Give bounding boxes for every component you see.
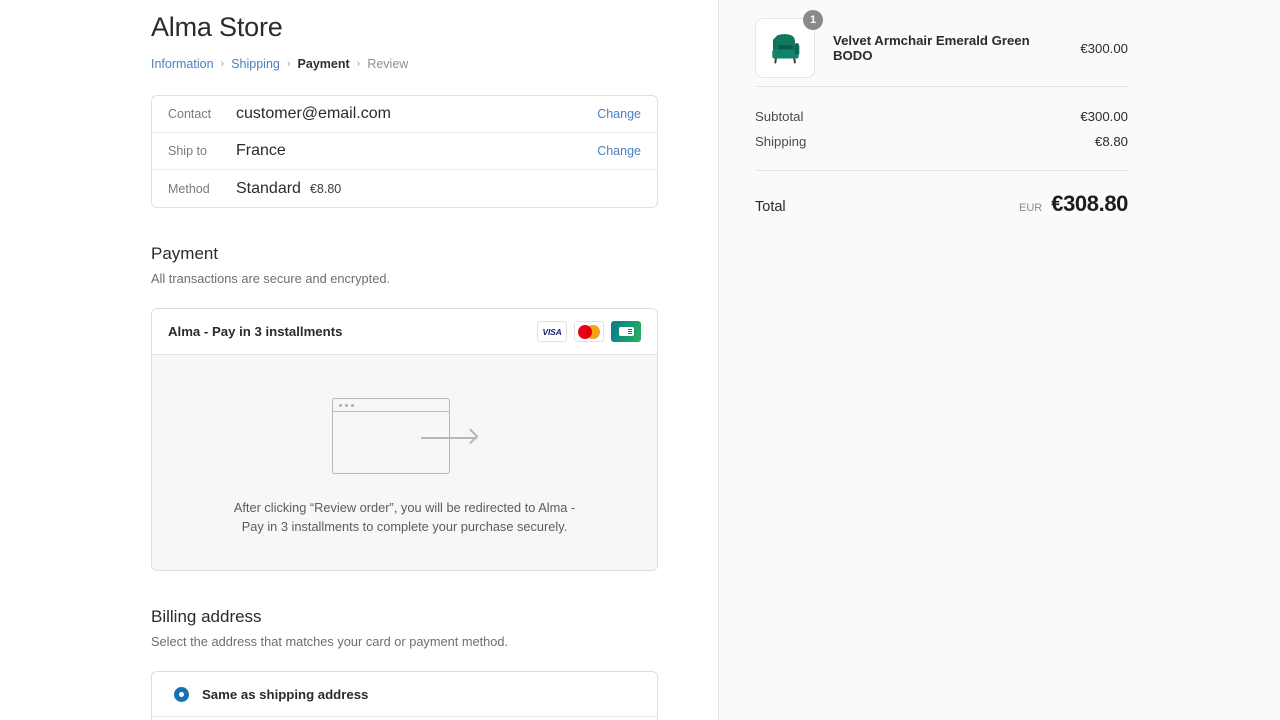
page-title: Alma Store (151, 12, 283, 42)
redirect-description: After clicking “Review order”, you will … (233, 500, 576, 534)
subtotal-label: Subtotal (755, 109, 804, 124)
change-contact-link[interactable]: Change (597, 107, 641, 121)
summary-row-method: Method Standard €8.80 (152, 170, 657, 207)
shipping-row: Shipping €8.80 (755, 129, 1128, 154)
order-summary-column: 1 Velvet Armchair Emerald Green BODO €30… (719, 0, 1280, 720)
radio-selected-icon[interactable] (174, 686, 189, 702)
payment-method-card[interactable]: Alma - Pay in 3 installments VISA After … (151, 308, 658, 572)
contact-label: Contact (168, 107, 212, 121)
product-name: Velvet Armchair Emerald Green BODO (833, 33, 1030, 63)
summary-row-contact: Contact customer@email.com Change (152, 96, 657, 133)
summary-row-ship-to: Ship to France Change (152, 133, 657, 170)
product-thumbnail-wrap: 1 (755, 10, 823, 78)
payment-redirect-panel: After clicking “Review order”, you will … (152, 355, 657, 571)
card-brand-list: VISA (537, 321, 641, 342)
payment-subheading: All transactions are secure and encrypte… (151, 271, 391, 286)
totals-block: Subtotal €300.00 Shipping €8.80 (755, 87, 1128, 170)
billing-options-card: Same as shipping address Use a different… (151, 671, 658, 720)
billing-address-section: Billing address Select the address that … (151, 607, 658, 720)
ship-to-label: Ship to (168, 144, 207, 158)
subtotal-value: €300.00 (1080, 109, 1128, 124)
armchair-icon (772, 34, 800, 64)
change-ship-to-link[interactable]: Change (597, 144, 641, 158)
billing-option-same-as-shipping[interactable]: Same as shipping address (152, 672, 657, 718)
checkout-page: Alma Store Information › Shipping › Paym… (0, 0, 1280, 720)
total-label: Total (755, 199, 786, 215)
payment-heading: Payment (151, 244, 219, 263)
payment-method-header[interactable]: Alma - Pay in 3 installments VISA (152, 309, 657, 355)
product-price: €300.00 (1080, 40, 1128, 56)
checkout-main-column: Alma Store Information › Shipping › Paym… (0, 0, 719, 720)
breadcrumb-item-review: Review (367, 57, 409, 71)
contact-value: customer@email.com (236, 105, 391, 122)
billing-heading: Billing address (151, 607, 262, 627)
breadcrumb: Information › Shipping › Payment › Revie… (151, 57, 658, 71)
total-amount-group: EUR €308.80 (1019, 191, 1128, 217)
order-line-item: 1 Velvet Armchair Emerald Green BODO €30… (755, 10, 1128, 86)
payment-method-name: Alma - Pay in 3 installments (168, 324, 343, 339)
total-currency: EUR (1019, 202, 1043, 214)
total-value: €308.80 (1051, 191, 1128, 216)
shipping-label: Shipping (755, 134, 807, 149)
method-value: Standard (236, 179, 301, 197)
ship-to-value: France (236, 142, 286, 159)
billing-subheading: Select the address that matches your car… (151, 634, 509, 650)
shipping-value: €8.80 (1094, 134, 1128, 149)
subtotal-row: Subtotal €300.00 (755, 104, 1128, 129)
browser-redirect-icon (332, 395, 477, 477)
order-summary-card: Contact customer@email.com Change Ship t… (151, 95, 658, 208)
method-value-group: Standard €8.80 (236, 180, 641, 198)
breadcrumb-item-shipping[interactable]: Shipping (231, 57, 280, 71)
quantity-badge: 1 (803, 10, 823, 30)
mastercard-icon (574, 321, 604, 342)
breadcrumb-separator-icon: › (220, 58, 225, 70)
method-price: €8.80 (309, 181, 342, 196)
visa-icon: VISA (537, 321, 567, 342)
cartes-bancaires-icon (611, 321, 641, 342)
payment-section: Payment All transactions are secure and … (151, 244, 658, 572)
breadcrumb-separator-icon: › (286, 58, 291, 70)
breadcrumb-separator-icon: › (356, 58, 361, 70)
total-row: Total EUR €308.80 (755, 171, 1128, 217)
breadcrumb-item-payment: Payment (297, 57, 350, 71)
method-label: Method (168, 181, 210, 196)
breadcrumb-item-information[interactable]: Information (151, 57, 214, 71)
